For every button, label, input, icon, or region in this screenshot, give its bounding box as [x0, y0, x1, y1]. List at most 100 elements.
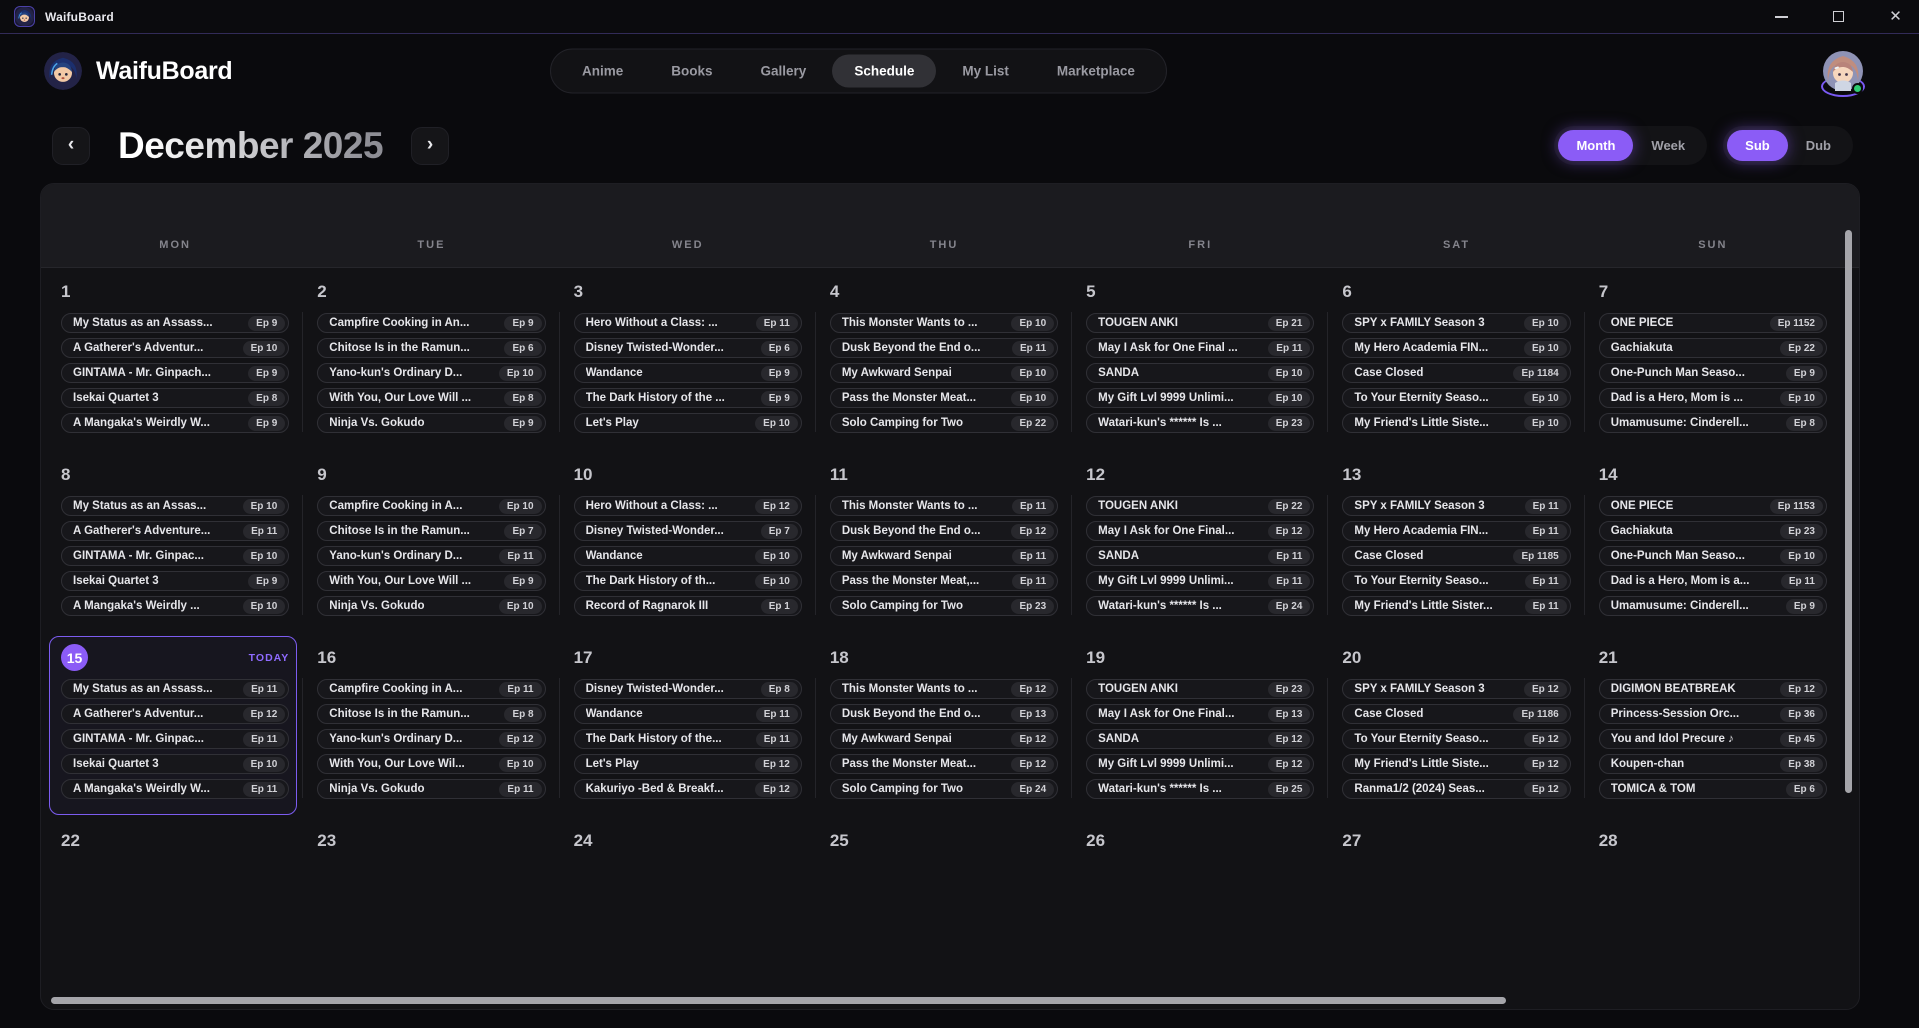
schedule-entry[interactable]: SANDAEp 10	[1086, 363, 1314, 383]
day-cell-18[interactable]: 18This Monster Wants to ...Ep 12Dusk Bey…	[816, 634, 1072, 817]
schedule-entry[interactable]: Dad is a Hero, Mom is a...Ep 11	[1599, 571, 1827, 591]
schedule-entry[interactable]: With You, Our Love Will ...Ep 9	[317, 571, 545, 591]
schedule-entry[interactable]: Record of Ragnarok IIIEp 1	[574, 596, 802, 616]
schedule-entry[interactable]: My Friend's Little Siste...Ep 10	[1342, 413, 1570, 433]
day-cell-21[interactable]: 21DIGIMON BEATBREAKEp 12Princess-Session…	[1585, 634, 1841, 817]
schedule-entry[interactable]: ONE PIECEEp 1152	[1599, 313, 1827, 333]
schedule-entry[interactable]: Ninja Vs. GokudoEp 10	[317, 596, 545, 616]
schedule-entry[interactable]: TOUGEN ANKIEp 22	[1086, 496, 1314, 516]
schedule-entry[interactable]: Hero Without a Class: ...Ep 11	[574, 313, 802, 333]
tab-schedule[interactable]: Schedule	[832, 55, 936, 88]
day-cell-10[interactable]: 10Hero Without a Class: ...Ep 12Disney T…	[560, 451, 816, 634]
schedule-entry[interactable]: GINTAMA - Mr. Ginpac...Ep 10	[61, 546, 289, 566]
day-cell-8[interactable]: 8My Status as an Assas...Ep 10A Gatherer…	[47, 451, 303, 634]
schedule-entry[interactable]: Dusk Beyond the End o...Ep 13	[830, 704, 1058, 724]
schedule-entry[interactable]: Yano-kun's Ordinary D...Ep 12	[317, 729, 545, 749]
schedule-entry[interactable]: With You, Our Love Will ...Ep 8	[317, 388, 545, 408]
schedule-entry[interactable]: Solo Camping for TwoEp 24	[830, 779, 1058, 799]
vertical-scrollbar-thumb[interactable]	[1845, 230, 1852, 793]
schedule-entry[interactable]: This Monster Wants to ...Ep 10	[830, 313, 1058, 333]
schedule-entry[interactable]: Case ClosedEp 1184	[1342, 363, 1570, 383]
schedule-entry[interactable]: To Your Eternity Seaso...Ep 11	[1342, 571, 1570, 591]
day-cell-7[interactable]: 7ONE PIECEEp 1152GachiakutaEp 22One-Punc…	[1585, 268, 1841, 451]
schedule-entry[interactable]: A Gatherer's Adventur...Ep 12	[61, 704, 289, 724]
schedule-entry[interactable]: My Gift Lvl 9999 Unlimi...Ep 10	[1086, 388, 1314, 408]
schedule-entry[interactable]: My Hero Academia FIN...Ep 10	[1342, 338, 1570, 358]
schedule-entry[interactable]: Umamusume: Cinderell...Ep 9	[1599, 596, 1827, 616]
schedule-entry[interactable]: TOUGEN ANKIEp 21	[1086, 313, 1314, 333]
day-cell-2[interactable]: 2Campfire Cooking in An...Ep 9Chitose Is…	[303, 268, 559, 451]
schedule-entry[interactable]: Watari-kun's ****** Is ...Ep 24	[1086, 596, 1314, 616]
schedule-entry[interactable]: Pass the Monster Meat,...Ep 11	[830, 571, 1058, 591]
schedule-entry[interactable]: Let's PlayEp 10	[574, 413, 802, 433]
horizontal-scrollbar-thumb[interactable]	[51, 997, 1506, 1004]
tab-my-list[interactable]: My List	[940, 55, 1031, 88]
schedule-entry[interactable]: The Dark History of the...Ep 11	[574, 729, 802, 749]
schedule-entry[interactable]: Dad is a Hero, Mom is ...Ep 10	[1599, 388, 1827, 408]
schedule-entry[interactable]: Ninja Vs. GokudoEp 11	[317, 779, 545, 799]
schedule-entry[interactable]: My Awkward SenpaiEp 10	[830, 363, 1058, 383]
schedule-entry[interactable]: TOMICA & TOMEp 6	[1599, 779, 1827, 799]
schedule-entry[interactable]: May I Ask for One Final...Ep 12	[1086, 521, 1314, 541]
schedule-entry[interactable]: GINTAMA - Mr. Ginpac...Ep 11	[61, 729, 289, 749]
toggle-week[interactable]: Week	[1633, 130, 1703, 161]
schedule-entry[interactable]: My Awkward SenpaiEp 12	[830, 729, 1058, 749]
schedule-entry[interactable]: Disney Twisted-Wonder...Ep 6	[574, 338, 802, 358]
schedule-entry[interactable]: Dusk Beyond the End o...Ep 11	[830, 338, 1058, 358]
day-cell-14[interactable]: 14ONE PIECEEp 1153GachiakutaEp 23One-Pun…	[1585, 451, 1841, 634]
day-cell-9[interactable]: 9Campfire Cooking in A...Ep 10Chitose Is…	[303, 451, 559, 634]
schedule-entry[interactable]: A Mangaka's Weirdly ...Ep 10	[61, 596, 289, 616]
day-cell-4[interactable]: 4This Monster Wants to ...Ep 10Dusk Beyo…	[816, 268, 1072, 451]
schedule-entry[interactable]: WandanceEp 10	[574, 546, 802, 566]
schedule-entry[interactable]: SANDAEp 11	[1086, 546, 1314, 566]
schedule-entry[interactable]: Isekai Quartet 3Ep 9	[61, 571, 289, 591]
schedule-entry[interactable]: My Gift Lvl 9999 Unlimi...Ep 12	[1086, 754, 1314, 774]
minimize-button[interactable]	[1758, 0, 1805, 34]
schedule-entry[interactable]: ONE PIECEEp 1153	[1599, 496, 1827, 516]
schedule-entry[interactable]: SPY x FAMILY Season 3Ep 12	[1342, 679, 1570, 699]
schedule-entry[interactable]: This Monster Wants to ...Ep 12	[830, 679, 1058, 699]
schedule-entry[interactable]: Princess-Session Orc...Ep 36	[1599, 704, 1827, 724]
schedule-entry[interactable]: Chitose Is in the Ramun...Ep 7	[317, 521, 545, 541]
toggle-month[interactable]: Month	[1558, 130, 1633, 161]
schedule-entry[interactable]: My Status as an Assas...Ep 10	[61, 496, 289, 516]
schedule-entry[interactable]: Watari-kun's ****** Is ...Ep 25	[1086, 779, 1314, 799]
day-cell-23[interactable]: 23	[303, 817, 559, 1000]
schedule-entry[interactable]: May I Ask for One Final...Ep 13	[1086, 704, 1314, 724]
schedule-entry[interactable]: Koupen-chanEp 38	[1599, 754, 1827, 774]
tab-gallery[interactable]: Gallery	[739, 55, 829, 88]
schedule-entry[interactable]: GachiakutaEp 22	[1599, 338, 1827, 358]
schedule-entry[interactable]: Disney Twisted-Wonder...Ep 7	[574, 521, 802, 541]
day-cell-22[interactable]: 22	[47, 817, 303, 1000]
schedule-entry[interactable]: To Your Eternity Seaso...Ep 12	[1342, 729, 1570, 749]
schedule-entry[interactable]: Campfire Cooking in An...Ep 9	[317, 313, 545, 333]
schedule-entry[interactable]: SPY x FAMILY Season 3Ep 10	[1342, 313, 1570, 333]
schedule-entry[interactable]: Pass the Monster Meat...Ep 12	[830, 754, 1058, 774]
schedule-entry[interactable]: SPY x FAMILY Season 3Ep 11	[1342, 496, 1570, 516]
schedule-entry[interactable]: My Awkward SenpaiEp 11	[830, 546, 1058, 566]
next-month-button[interactable]: ›	[411, 127, 449, 165]
day-cell-27[interactable]: 27	[1328, 817, 1584, 1000]
schedule-entry[interactable]: Chitose Is in the Ramun...Ep 8	[317, 704, 545, 724]
schedule-entry[interactable]: With You, Our Love Wil...Ep 10	[317, 754, 545, 774]
schedule-entry[interactable]: SANDAEp 12	[1086, 729, 1314, 749]
day-cell-19[interactable]: 19TOUGEN ANKIEp 23May I Ask for One Fina…	[1072, 634, 1328, 817]
day-cell-6[interactable]: 6SPY x FAMILY Season 3Ep 10My Hero Acade…	[1328, 268, 1584, 451]
day-cell-15[interactable]: 15TODAYMy Status as an Assass...Ep 11A G…	[47, 634, 303, 817]
schedule-entry[interactable]: Hero Without a Class: ...Ep 12	[574, 496, 802, 516]
schedule-entry[interactable]: Case ClosedEp 1185	[1342, 546, 1570, 566]
day-cell-5[interactable]: 5TOUGEN ANKIEp 21May I Ask for One Final…	[1072, 268, 1328, 451]
schedule-entry[interactable]: GINTAMA - Mr. Ginpach...Ep 9	[61, 363, 289, 383]
schedule-entry[interactable]: The Dark History of th...Ep 10	[574, 571, 802, 591]
day-cell-17[interactable]: 17Disney Twisted-Wonder...Ep 8WandanceEp…	[560, 634, 816, 817]
schedule-entry[interactable]: To Your Eternity Seaso...Ep 10	[1342, 388, 1570, 408]
schedule-entry[interactable]: Let's PlayEp 12	[574, 754, 802, 774]
tab-marketplace[interactable]: Marketplace	[1035, 55, 1157, 88]
schedule-entry[interactable]: A Gatherer's Adventure...Ep 11	[61, 521, 289, 541]
schedule-entry[interactable]: Isekai Quartet 3Ep 10	[61, 754, 289, 774]
schedule-entry[interactable]: A Gatherer's Adventur...Ep 10	[61, 338, 289, 358]
schedule-entry[interactable]: Disney Twisted-Wonder...Ep 8	[574, 679, 802, 699]
schedule-entry[interactable]: My Friend's Little Siste...Ep 12	[1342, 754, 1570, 774]
schedule-entry[interactable]: Isekai Quartet 3Ep 8	[61, 388, 289, 408]
schedule-entry[interactable]: DIGIMON BEATBREAKEp 12	[1599, 679, 1827, 699]
